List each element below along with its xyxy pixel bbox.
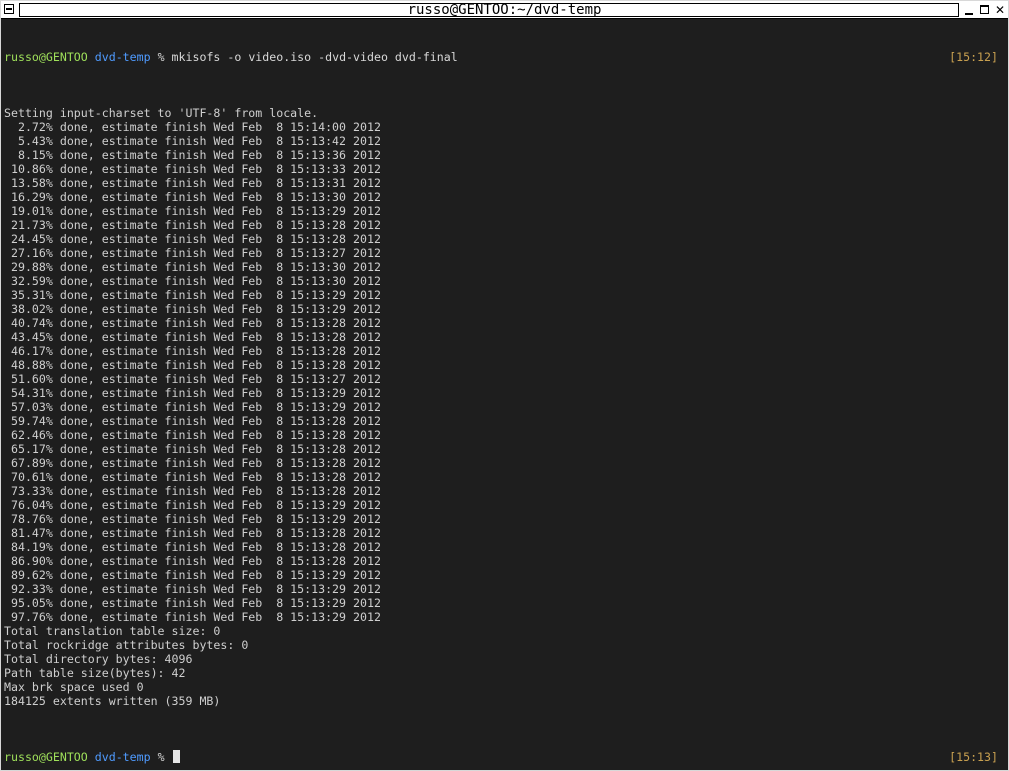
- output-line: 92.33% done, estimate finish Wed Feb 8 1…: [4, 582, 381, 596]
- close-icon: ✕: [994, 3, 1006, 17]
- output-line: 89.62% done, estimate finish Wed Feb 8 1…: [4, 568, 381, 582]
- output-line: 57.03% done, estimate finish Wed Feb 8 1…: [4, 400, 381, 414]
- output-line: Setting input-charset to 'UTF-8' from lo…: [4, 106, 319, 120]
- prompt-line-current: russo@GENTOO dvd-temp % [15:13]: [4, 750, 1004, 764]
- output-line: 73.33% done, estimate finish Wed Feb 8 1…: [4, 484, 381, 498]
- window-title: russo@GENTOO:~/dvd-temp: [407, 2, 602, 18]
- output-lines: Setting input-charset to 'UTF-8' from lo…: [4, 106, 1004, 708]
- output-line: 29.88% done, estimate finish Wed Feb 8 1…: [4, 260, 381, 274]
- output-line: 78.76% done, estimate finish Wed Feb 8 1…: [4, 512, 381, 526]
- prompt-dir-current: dvd-temp: [94, 750, 151, 764]
- prompt-time-start: [15:12]: [949, 50, 998, 64]
- prompt-time-end: [15:13]: [949, 750, 998, 764]
- output-line: Total directory bytes: 4096: [4, 652, 193, 666]
- output-line: 13.58% done, estimate finish Wed Feb 8 1…: [4, 176, 381, 190]
- output-line: 16.29% done, estimate finish Wed Feb 8 1…: [4, 190, 381, 204]
- output-line: 48.88% done, estimate finish Wed Feb 8 1…: [4, 358, 381, 372]
- output-line: 32.59% done, estimate finish Wed Feb 8 1…: [4, 274, 381, 288]
- prompt-user: russo@GENTOO: [4, 50, 88, 64]
- prompt-user-current: russo@GENTOO: [4, 750, 88, 764]
- output-line: 97.76% done, estimate finish Wed Feb 8 1…: [4, 610, 381, 624]
- prompt-line-command: russo@GENTOO dvd-temp % mkisofs -o video…: [4, 50, 1004, 64]
- output-line: Path table size(bytes): 42: [4, 666, 186, 680]
- output-line: 81.47% done, estimate finish Wed Feb 8 1…: [4, 526, 381, 540]
- prompt-symbol: %: [157, 50, 165, 64]
- terminal-window: russo@GENTOO:~/dvd-temp ✕ russo@GENTOO d…: [0, 0, 1009, 771]
- output-line: 70.61% done, estimate finish Wed Feb 8 1…: [4, 470, 381, 484]
- output-line: 2.72% done, estimate finish Wed Feb 8 15…: [4, 120, 381, 134]
- minimize-icon: [965, 13, 973, 15]
- output-line: 76.04% done, estimate finish Wed Feb 8 1…: [4, 498, 381, 512]
- output-line: 19.01% done, estimate finish Wed Feb 8 1…: [4, 204, 381, 218]
- maximize-icon: [980, 5, 989, 14]
- output-line: 84.19% done, estimate finish Wed Feb 8 1…: [4, 540, 381, 554]
- output-line: 65.17% done, estimate finish Wed Feb 8 1…: [4, 442, 381, 456]
- output-line: 21.73% done, estimate finish Wed Feb 8 1…: [4, 218, 381, 232]
- output-line: 46.17% done, estimate finish Wed Feb 8 1…: [4, 344, 381, 358]
- prompt-symbol-current: %: [157, 750, 165, 764]
- output-line: Max brk space used 0: [4, 680, 144, 694]
- output-line: 62.46% done, estimate finish Wed Feb 8 1…: [4, 428, 381, 442]
- output-line: 184125 extents written (359 MB): [4, 694, 221, 708]
- output-line: 59.74% done, estimate finish Wed Feb 8 1…: [4, 414, 381, 428]
- prompt-dir: dvd-temp: [94, 50, 151, 64]
- output-line: Total translation table size: 0: [4, 624, 221, 638]
- title-bar[interactable]: russo@GENTOO:~/dvd-temp ✕: [1, 1, 1008, 19]
- output-line: Total rockridge attributes bytes: 0: [4, 638, 249, 652]
- output-line: 8.15% done, estimate finish Wed Feb 8 15…: [4, 148, 381, 162]
- output-line: 35.31% done, estimate finish Wed Feb 8 1…: [4, 288, 381, 302]
- output-line: 95.05% done, estimate finish Wed Feb 8 1…: [4, 596, 381, 610]
- output-line: 10.86% done, estimate finish Wed Feb 8 1…: [4, 162, 381, 176]
- output-line: 67.89% done, estimate finish Wed Feb 8 1…: [4, 456, 381, 470]
- close-button[interactable]: ✕: [994, 4, 1006, 16]
- output-line: 24.45% done, estimate finish Wed Feb 8 1…: [4, 232, 381, 246]
- terminal-output[interactable]: russo@GENTOO dvd-temp % mkisofs -o video…: [4, 22, 1004, 766]
- output-line: 38.02% done, estimate finish Wed Feb 8 1…: [4, 302, 381, 316]
- output-line: 86.90% done, estimate finish Wed Feb 8 1…: [4, 554, 381, 568]
- output-line: 43.45% done, estimate finish Wed Feb 8 1…: [4, 330, 381, 344]
- output-line: 40.74% done, estimate finish Wed Feb 8 1…: [4, 316, 381, 330]
- command-text: mkisofs -o video.iso -dvd-video dvd-fina…: [171, 50, 458, 64]
- maximize-button[interactable]: [979, 4, 991, 16]
- output-line: 54.31% done, estimate finish Wed Feb 8 1…: [4, 386, 381, 400]
- output-line: 51.60% done, estimate finish Wed Feb 8 1…: [4, 372, 381, 386]
- output-line: 5.43% done, estimate finish Wed Feb 8 15…: [4, 134, 381, 148]
- minimize-button[interactable]: [963, 4, 975, 16]
- text-cursor[interactable]: [172, 750, 180, 763]
- output-line: 27.16% done, estimate finish Wed Feb 8 1…: [4, 246, 381, 260]
